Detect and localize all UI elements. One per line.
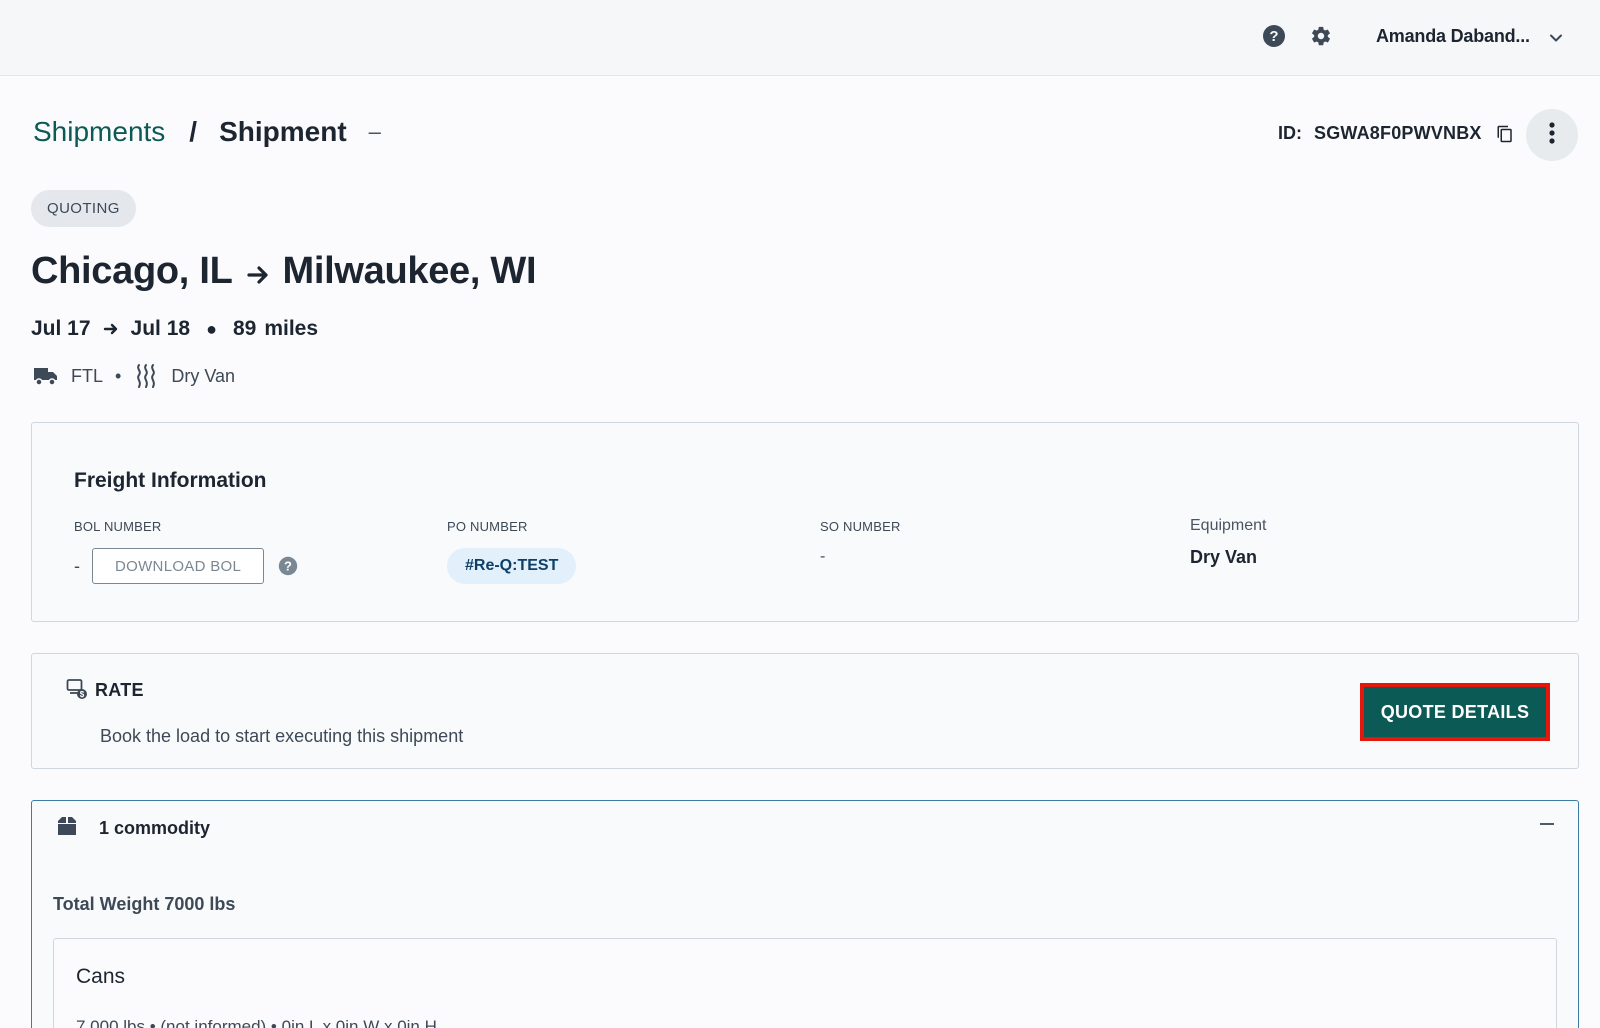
status-badge: QUOTING — [31, 190, 136, 227]
commodity-item: Cans 7,000 lbs • (not informed) • 0in L … — [53, 938, 1557, 1028]
bol-column: BOL NUMBER - DOWNLOAD BOL ? — [74, 519, 298, 584]
bol-value: - — [74, 555, 80, 576]
gear-icon[interactable] — [1309, 24, 1333, 48]
collapse-icon[interactable] — [1538, 815, 1556, 833]
so-label: SO NUMBER — [820, 519, 901, 534]
rate-icon: $ — [66, 678, 88, 700]
distance-unit: miles — [264, 317, 319, 340]
commodity-count: 1 commodity — [99, 818, 211, 838]
kebab-icon — [1549, 121, 1555, 150]
breadcrumb-suffix: – — [368, 119, 381, 144]
rate-title: RATE — [95, 680, 144, 700]
equipment-label: Dry Van — [171, 365, 236, 386]
mode-label: FTL — [71, 365, 104, 386]
top-bar: ? Amanda Daband... — [0, 0, 1600, 76]
total-weight: Total Weight 7000 lbs — [53, 894, 236, 914]
bol-label: BOL NUMBER — [74, 519, 162, 534]
truck-icon — [33, 365, 59, 387]
copy-icon[interactable] — [1496, 125, 1514, 143]
po-label: PO NUMBER — [447, 519, 528, 534]
breadcrumb-shipments-link[interactable]: Shipments — [33, 116, 165, 148]
commodity-card: 1 commodity Total Weight 7000 lbs Cans 7… — [31, 800, 1579, 1028]
commodity-item-name: Cans — [76, 965, 126, 988]
shipment-id-label: ID: — [1278, 123, 1302, 143]
po-number-chip[interactable]: #Re-Q:TEST — [447, 548, 577, 584]
dry-van-icon — [133, 363, 159, 389]
breadcrumb-separator: / — [189, 116, 198, 147]
breadcrumb: Shipments / Shipment – — [33, 116, 381, 148]
chevron-down-icon[interactable] — [1546, 28, 1566, 48]
package-icon — [56, 815, 78, 837]
equipment-column: Equipment Dry Van — [1190, 517, 1267, 568]
svg-text:?: ? — [1269, 28, 1278, 45]
delivery-date: Jul 18 — [130, 317, 191, 340]
so-column: SO NUMBER - — [820, 519, 901, 566]
rate-card: $ RATE Book the load to start executing … — [31, 653, 1579, 769]
distance-value: 89 — [232, 317, 257, 340]
rate-subtitle: Book the load to start executing this sh… — [100, 726, 464, 746]
shipment-id: ID: SGWA8F0PWVNBX — [1278, 123, 1514, 144]
help-circle-icon[interactable]: ? — [278, 556, 298, 576]
so-value: - — [820, 548, 826, 565]
arrow-right-icon — [243, 257, 273, 287]
origin-city: Chicago, IL — [31, 250, 233, 292]
svg-text:$: $ — [80, 690, 85, 699]
svg-text:?: ? — [284, 559, 292, 574]
bullet-separator: • — [115, 365, 122, 386]
quote-details-button[interactable]: QUOTE DETAILS — [1360, 683, 1550, 741]
commodity-item-details: 7,000 lbs • (not informed) • 0in L x 0in… — [76, 1017, 437, 1028]
more-actions-button[interactable] — [1526, 109, 1578, 161]
mode-row: FTL • Dry Van — [33, 363, 235, 389]
destination-city: Milwaukee, WI — [282, 250, 537, 292]
equipment-field-value: Dry Van — [1190, 547, 1258, 567]
download-bol-button[interactable]: DOWNLOAD BOL — [92, 548, 265, 584]
help-circle-icon[interactable]: ? — [1262, 24, 1286, 48]
date-row: Jul 17 Jul 18 ● 89 miles — [31, 317, 318, 341]
freight-information-title: Freight Information — [74, 469, 267, 492]
dot-separator: ● — [206, 318, 217, 339]
equipment-field-label: Equipment — [1190, 517, 1267, 534]
pickup-date: Jul 17 — [31, 317, 91, 340]
route-title: Chicago, IL Milwaukee, WI — [31, 250, 537, 293]
shipment-id-value: SGWA8F0PWVNBX — [1314, 123, 1482, 143]
freight-information-card: Freight Information BOL NUMBER - DOWNLOA… — [31, 422, 1579, 622]
arrow-right-icon — [101, 319, 121, 339]
user-name[interactable]: Amanda Daband... — [1376, 26, 1530, 47]
po-column: PO NUMBER #Re-Q:TEST — [447, 519, 577, 584]
breadcrumb-current: Shipment — [219, 116, 347, 147]
